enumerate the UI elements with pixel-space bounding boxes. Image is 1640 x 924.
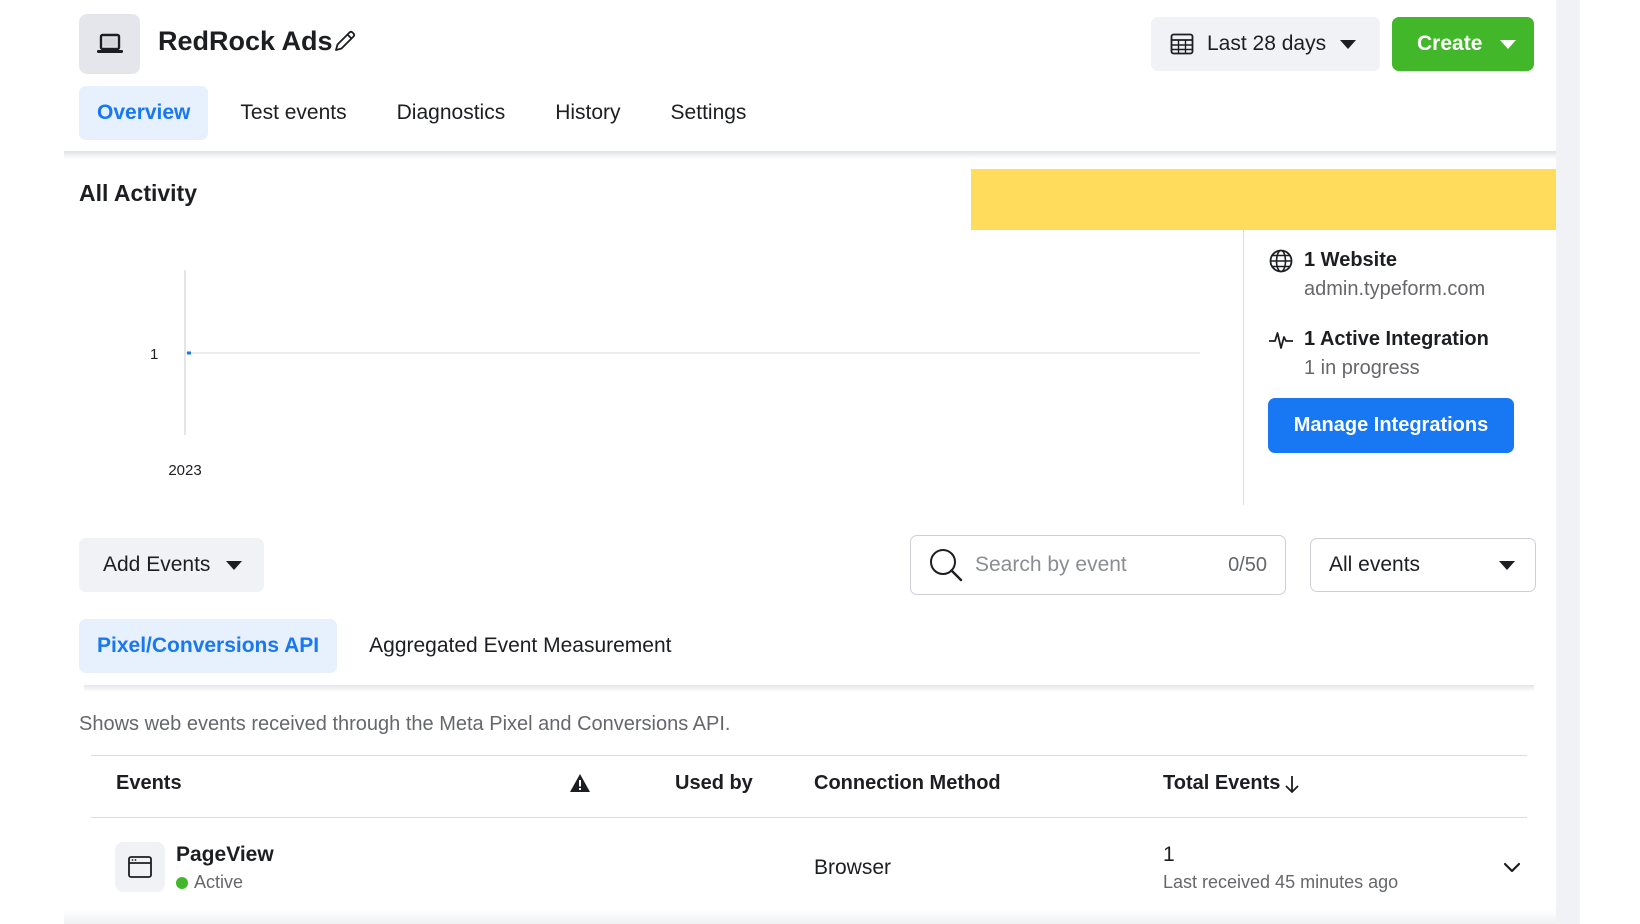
- manage-integrations-button[interactable]: Manage Integrations: [1268, 398, 1514, 453]
- search-char-counter: 0/50: [1228, 553, 1267, 576]
- caret-down-icon: [226, 560, 243, 570]
- tab-settings[interactable]: Settings: [653, 86, 765, 140]
- page-scrollbar-track[interactable]: [1556, 0, 1580, 924]
- search-icon: [930, 549, 963, 582]
- event-status: Active: [176, 872, 243, 893]
- table-row-shadow: [64, 910, 1556, 924]
- tab-test-events[interactable]: Test events: [222, 86, 364, 140]
- table-header-border: [91, 817, 1527, 818]
- chevron-down-icon[interactable]: [1500, 855, 1524, 879]
- activity-title: All Activity: [79, 180, 198, 206]
- active-status-dot: [176, 876, 188, 889]
- events-filter-select[interactable]: All events: [1310, 538, 1536, 592]
- caret-down-icon: [1499, 560, 1515, 570]
- page-title: RedRock Ads: [158, 26, 333, 56]
- search-input[interactable]: [975, 553, 1205, 577]
- subtabs-divider: [84, 685, 1534, 692]
- source-tabs: Pixel/Conversions API Aggregated Event M…: [79, 619, 704, 673]
- events-description: Shows web events received through the Me…: [79, 713, 731, 735]
- column-header-used-by[interactable]: Used by: [675, 772, 753, 795]
- activity-pulse-icon: [1269, 332, 1293, 349]
- event-status-label: Active: [194, 872, 244, 892]
- globe-icon: [1269, 249, 1293, 273]
- highlight-banner: [971, 169, 1556, 230]
- activity-divider: [1243, 230, 1244, 505]
- tab-diagnostics[interactable]: Diagnostics: [379, 86, 524, 140]
- events-filter-value: All events: [1329, 553, 1421, 576]
- add-events-dropdown[interactable]: Add Events: [79, 538, 264, 592]
- pixel-icon-box: [79, 14, 140, 74]
- pencil-edit-icon[interactable]: [332, 28, 358, 54]
- add-events-label: Add Events: [103, 553, 211, 576]
- warning-triangle-icon: [570, 774, 590, 792]
- integration-count: 1 Active Integration: [1304, 328, 1489, 350]
- browser-window-icon: [128, 856, 152, 878]
- total-events-label: Total Events: [1163, 772, 1281, 794]
- create-label: Create: [1417, 32, 1483, 55]
- tab-pixel-conversions-api[interactable]: Pixel/Conversions API: [79, 619, 338, 673]
- website-count: 1 Website: [1304, 249, 1397, 271]
- website-info: 1 Website admin.typeform.com: [1268, 246, 1485, 304]
- create-button[interactable]: Create: [1392, 17, 1534, 71]
- connection-method-cell: Browser: [814, 856, 892, 879]
- chart-y-tick-label: 1: [150, 346, 158, 363]
- caret-down-icon: [1500, 39, 1517, 49]
- integration-status: 1 in progress: [1304, 357, 1420, 379]
- table-row[interactable]: [115, 842, 165, 892]
- sort-arrow-down-icon: [1285, 775, 1300, 793]
- event-name[interactable]: PageView: [176, 843, 274, 867]
- last-received-cell: Last received 45 minutes ago: [1163, 872, 1399, 892]
- column-header-connection-method[interactable]: Connection Method: [814, 772, 1001, 795]
- laptop-icon: [96, 33, 123, 53]
- column-header-events[interactable]: Events: [116, 772, 182, 795]
- main-tabs: Overview Test events Diagnostics History…: [79, 86, 778, 140]
- column-header-warnings: [569, 772, 591, 794]
- chart-x-tick-label: 2023: [168, 462, 201, 479]
- calendar-icon: [1170, 33, 1194, 55]
- integration-info: 1 Active Integration 1 in progress: [1268, 325, 1489, 383]
- caret-down-icon: [1340, 39, 1356, 49]
- search-field[interactable]: 0/50: [910, 535, 1286, 595]
- website-domain: admin.typeform.com: [1304, 278, 1486, 300]
- header-divider: [64, 151, 1556, 159]
- tab-overview[interactable]: Overview: [79, 86, 209, 140]
- total-events-cell: 1: [1163, 843, 1175, 866]
- date-range-dropdown[interactable]: Last 28 days: [1151, 17, 1380, 71]
- tab-history[interactable]: History: [537, 86, 638, 140]
- column-header-total-events[interactable]: Total Events: [1163, 772, 1301, 795]
- date-range-label: Last 28 days: [1207, 32, 1327, 55]
- table-top-border: [91, 755, 1527, 756]
- tab-aggregated-event-measurement[interactable]: Aggregated Event Measurement: [351, 619, 689, 673]
- activity-chart: 1 2023: [150, 270, 1200, 479]
